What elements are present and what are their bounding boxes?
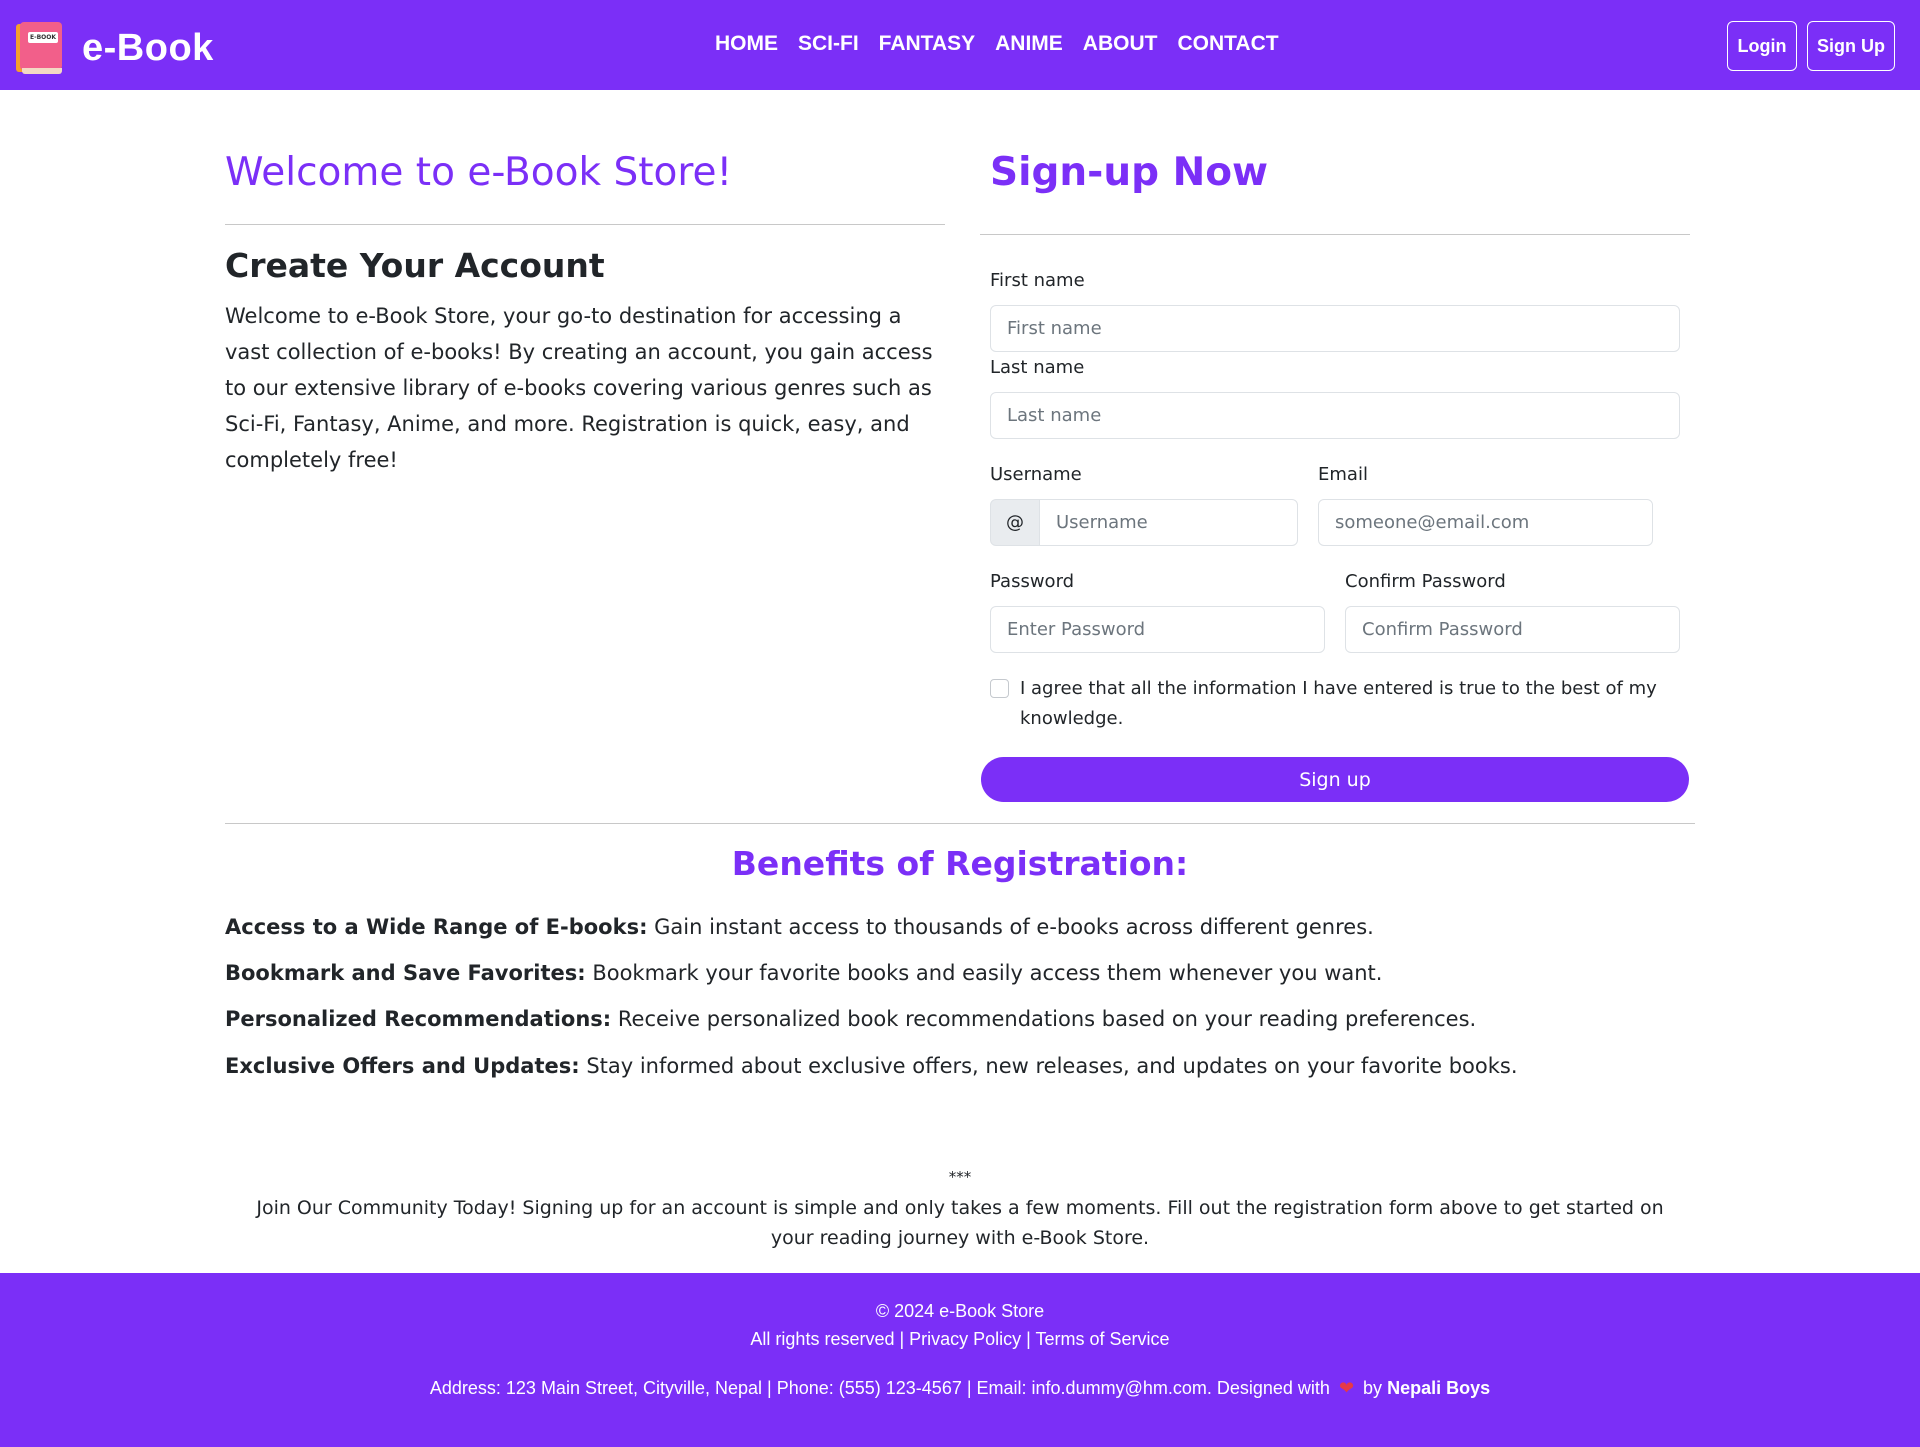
- at-sign-prefix: @: [990, 499, 1040, 546]
- benefit-text: Stay informed about exclusive offers, ne…: [579, 1054, 1518, 1078]
- last-name-label: Last name: [990, 357, 1085, 378]
- benefit-heading: Personalized Recommendations:: [225, 1007, 612, 1031]
- divider: [225, 224, 945, 225]
- benefit-text: Receive personalized book recommendation…: [611, 1007, 1477, 1031]
- benefit-text: Gain instant access to thousands of e-bo…: [647, 915, 1374, 939]
- brand-name: e-Book: [82, 26, 214, 69]
- benefit-heading: Exclusive Offers and Updates:: [225, 1054, 580, 1078]
- create-account-title: Create Your Account: [225, 246, 605, 285]
- divider: [225, 823, 1695, 824]
- benefit-item: Access to a Wide Range of E-books: Gain …: [225, 915, 1374, 939]
- separator-stars: ***: [948, 1168, 972, 1186]
- intro-paragraph: Welcome to e-Book Store, your go-to dest…: [225, 304, 933, 472]
- benefit-item: Personalized Recommendations: Receive pe…: [225, 1007, 1476, 1031]
- username-input[interactable]: Username: [1039, 499, 1298, 546]
- nav-link-contact[interactable]: CONTACT: [1177, 32, 1278, 56]
- benefit-item: Bookmark and Save Favorites: Bookmark yo…: [225, 961, 1382, 985]
- benefit-text: Bookmark your favorite books and easily …: [585, 961, 1383, 985]
- community-text: Join Our Community Today! Signing up for…: [256, 1197, 1664, 1249]
- email-label: Email: [1318, 464, 1368, 485]
- agree-text: I agree that all the information I have …: [1020, 678, 1657, 729]
- footer-contact: Address: 123 Main Street, Cityville, Nep…: [0, 1378, 1920, 1399]
- footer-links[interactable]: All rights reserved | Privacy Policy | T…: [0, 1329, 1920, 1350]
- first-name-input[interactable]: First name: [990, 305, 1680, 352]
- welcome-title: Welcome to e-Book Store!: [225, 150, 733, 195]
- agree-checkbox[interactable]: [990, 679, 1009, 698]
- confirm-password-label: Confirm Password: [1345, 571, 1506, 592]
- signup-title: Sign-up Now: [990, 150, 1269, 195]
- nav-link-anime[interactable]: ANIME: [995, 32, 1063, 56]
- benefits-title: Benefits of Registration:: [731, 844, 1189, 883]
- book-logo-icon: E-BOOK: [16, 22, 62, 74]
- password-input[interactable]: Enter Password: [990, 606, 1325, 653]
- heart-icon: ❤: [1338, 1378, 1355, 1398]
- last-name-input[interactable]: Last name: [990, 392, 1680, 439]
- logo-tag: E-BOOK: [28, 32, 58, 43]
- nav-link-home[interactable]: HOME: [715, 32, 778, 56]
- navbar: E-BOOK e-Book HOME SCI-FI FANTASY ANIME …: [0, 0, 1920, 90]
- nav-link-fantasy[interactable]: FANTASY: [879, 32, 975, 56]
- footer-author: Nepali Boys: [1387, 1378, 1491, 1398]
- benefit-heading: Bookmark and Save Favorites:: [225, 961, 586, 985]
- nav-link-about[interactable]: ABOUT: [1083, 32, 1158, 56]
- password-label: Password: [990, 571, 1075, 592]
- benefit-heading: Access to a Wide Range of E-books:: [225, 915, 648, 939]
- benefit-item: Exclusive Offers and Updates: Stay infor…: [225, 1054, 1518, 1078]
- signup-nav-button[interactable]: Sign Up: [1807, 21, 1895, 71]
- brand[interactable]: E-BOOK e-Book: [16, 22, 214, 74]
- footer-address: Address: 123 Main Street, Cityville, Nep…: [429, 1378, 1330, 1398]
- email-input[interactable]: someone@email.com: [1318, 499, 1653, 546]
- username-label: Username: [990, 464, 1082, 485]
- footer-by: by: [1363, 1378, 1383, 1398]
- confirm-password-input[interactable]: Confirm Password: [1345, 606, 1680, 653]
- copyright: © 2024 e-Book Store: [875, 1301, 1045, 1321]
- divider: [980, 234, 1690, 235]
- footer: © 2024 e-Book Store All rights reserved …: [0, 1273, 1920, 1447]
- signup-submit-button[interactable]: Sign up: [981, 757, 1689, 802]
- nav-links: HOME SCI-FI FANTASY ANIME ABOUT CONTACT: [715, 32, 1279, 56]
- nav-link-sci-fi[interactable]: SCI-FI: [798, 32, 859, 56]
- login-button[interactable]: Login: [1727, 21, 1797, 71]
- first-name-label: First name: [990, 270, 1085, 291]
